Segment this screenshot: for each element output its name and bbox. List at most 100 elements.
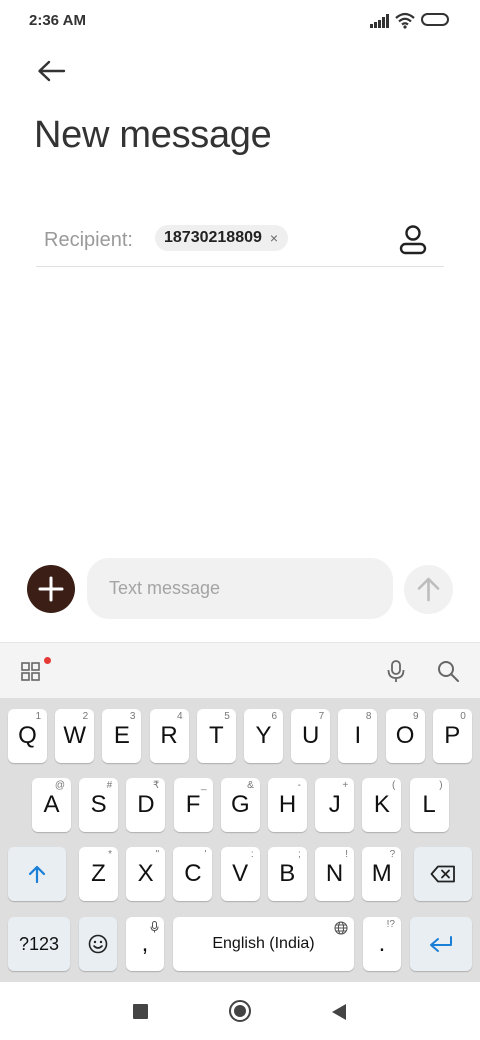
key-label: S bbox=[90, 791, 107, 818]
globe-icon bbox=[334, 921, 348, 935]
comma-key[interactable]: , bbox=[126, 917, 164, 971]
recipient-label: Recipient: bbox=[44, 229, 133, 251]
key-r[interactable]: 4R bbox=[149, 709, 189, 763]
shift-key[interactable] bbox=[8, 847, 66, 901]
key-t[interactable]: 5T bbox=[196, 709, 236, 763]
key-label: K bbox=[373, 791, 390, 818]
key-s[interactable]: # S bbox=[79, 778, 119, 832]
key-hint: 5 bbox=[224, 711, 230, 722]
search-icon[interactable] bbox=[436, 659, 460, 683]
key-x[interactable]: " X bbox=[126, 847, 166, 901]
key-hint: ' bbox=[204, 849, 207, 860]
key-label: B bbox=[279, 860, 296, 887]
backspace-icon bbox=[430, 865, 455, 883]
home-icon[interactable] bbox=[229, 1000, 251, 1022]
key-m[interactable]: ? M bbox=[362, 847, 402, 901]
key-label: U bbox=[302, 722, 320, 749]
status-time: 2:36 AM bbox=[29, 12, 86, 29]
key-label: I bbox=[354, 722, 362, 749]
key-hint: ; bbox=[298, 849, 301, 860]
attach-button[interactable] bbox=[27, 565, 75, 613]
emoji-key[interactable] bbox=[79, 917, 117, 971]
key-label: D bbox=[137, 791, 155, 818]
send-button[interactable] bbox=[404, 565, 453, 614]
apps-grid-icon[interactable] bbox=[20, 660, 42, 682]
key-z[interactable]: * Z bbox=[79, 847, 118, 901]
key-i[interactable]: 8I bbox=[338, 709, 378, 763]
wifi-icon bbox=[395, 12, 415, 29]
key-w[interactable]: 2W bbox=[55, 709, 95, 763]
key-label: F bbox=[185, 791, 201, 818]
key-hint: ) bbox=[439, 780, 443, 791]
emoji-icon bbox=[88, 934, 108, 954]
key-j[interactable]: + J bbox=[315, 778, 355, 832]
key-o[interactable]: 9O bbox=[385, 709, 425, 763]
contact-picker-icon[interactable] bbox=[398, 224, 428, 256]
key-e[interactable]: 3E bbox=[102, 709, 142, 763]
keyboard: 1Q2W3E4R5T6Y7U8I9O0P @ A # S ₹ D _ F & G - H + J(K) L … bbox=[0, 698, 480, 982]
signal-icon bbox=[370, 14, 390, 28]
key-u[interactable]: 7U bbox=[291, 709, 331, 763]
key-label: L bbox=[422, 791, 436, 818]
key-hint: : bbox=[250, 849, 254, 860]
notification-dot bbox=[44, 657, 51, 664]
send-arrow-icon bbox=[417, 577, 440, 602]
key-a[interactable]: @ A bbox=[32, 778, 71, 832]
key-label: Z bbox=[91, 860, 106, 887]
key-b[interactable]: ; B bbox=[267, 847, 307, 901]
space-key[interactable]: English (India) bbox=[173, 917, 354, 971]
key-label: T bbox=[208, 722, 224, 749]
text-message-input[interactable] bbox=[87, 558, 393, 619]
key-hint: & bbox=[247, 780, 254, 791]
keyboard-toolbar bbox=[0, 642, 480, 699]
enter-key[interactable] bbox=[410, 917, 472, 971]
key-c[interactable]: ' C bbox=[173, 847, 213, 901]
key-label: Q bbox=[18, 722, 37, 749]
back-arrow-icon[interactable] bbox=[36, 58, 66, 84]
key-y[interactable]: 6Y bbox=[244, 709, 283, 763]
key-q[interactable]: 1Q bbox=[8, 709, 47, 763]
key-label: H bbox=[278, 791, 297, 818]
key-label: C bbox=[184, 860, 202, 887]
key-label: M bbox=[371, 860, 392, 887]
key-hint: 1 bbox=[35, 711, 41, 722]
key-label: J bbox=[328, 791, 341, 818]
key-hint: _ bbox=[201, 780, 207, 791]
backspace-key[interactable] bbox=[414, 847, 472, 901]
key-hint: 0 bbox=[460, 711, 466, 722]
key-hint: * bbox=[108, 849, 112, 860]
period-key[interactable]: !? . bbox=[363, 917, 401, 971]
key-hint: @ bbox=[54, 780, 65, 791]
key-hint: - bbox=[297, 780, 301, 791]
key-label: R bbox=[160, 722, 178, 749]
key-label: W bbox=[63, 722, 87, 749]
key-d[interactable]: ₹ D bbox=[126, 778, 166, 832]
key-f[interactable]: _ F bbox=[173, 778, 213, 832]
symbols-key[interactable]: ?123 bbox=[8, 917, 70, 971]
key-hint: ? bbox=[389, 849, 396, 860]
key-p[interactable]: 0P bbox=[432, 709, 472, 763]
key-k[interactable]: (K bbox=[362, 778, 402, 832]
microphone-icon[interactable] bbox=[385, 659, 407, 683]
key-hint: 9 bbox=[413, 711, 419, 722]
key-g[interactable]: & G bbox=[220, 778, 260, 832]
comma-mic-icon bbox=[150, 921, 159, 933]
key-hint: 6 bbox=[271, 711, 277, 722]
key-hint: 8 bbox=[365, 711, 372, 722]
page-title: New message bbox=[34, 114, 272, 156]
key-label: P bbox=[444, 722, 461, 749]
key-h[interactable]: -H bbox=[268, 778, 307, 832]
recents-icon[interactable] bbox=[133, 1004, 148, 1019]
key-label: Y bbox=[255, 722, 272, 749]
symbols-key-label: ?123 bbox=[18, 933, 60, 954]
plus-icon bbox=[38, 576, 64, 602]
recipient-chip[interactable]: 18730218809 × bbox=[155, 225, 289, 251]
key-hint: ! bbox=[345, 849, 348, 860]
key-label: E bbox=[113, 722, 130, 749]
key-l[interactable]: ) L bbox=[409, 778, 449, 832]
key-hint: + bbox=[342, 780, 349, 791]
remove-recipient-icon[interactable]: × bbox=[270, 230, 278, 246]
key-v[interactable]: :V bbox=[220, 847, 260, 901]
key-n[interactable]: ! N bbox=[315, 847, 354, 901]
back-triangle-icon[interactable] bbox=[331, 1003, 347, 1021]
